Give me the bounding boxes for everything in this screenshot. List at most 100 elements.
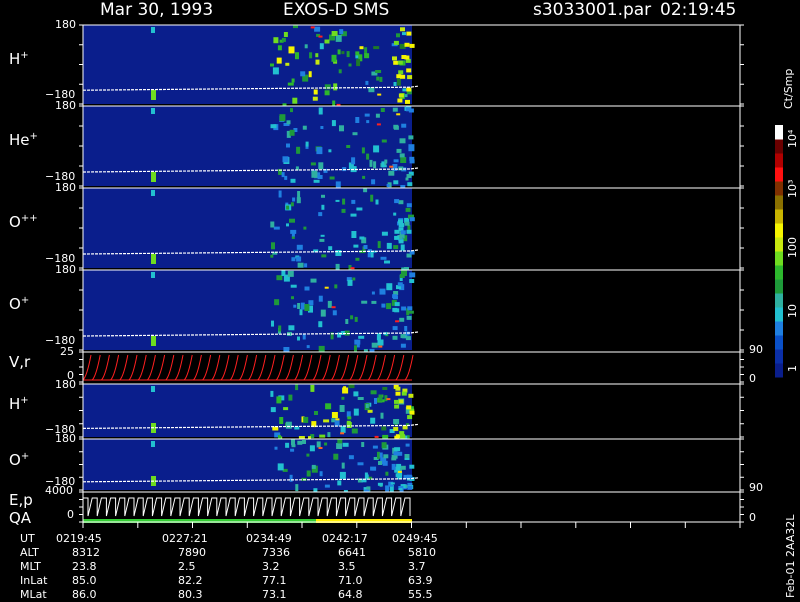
spectrogram-speck <box>350 267 355 270</box>
spectrogram-speck <box>318 35 323 38</box>
spectrogram-cell <box>371 291 375 295</box>
spectrogram-cell <box>394 229 400 234</box>
spectrogram-cell <box>295 384 299 391</box>
spectrogram-speck <box>378 345 383 348</box>
spectrogram-cell <box>409 217 415 222</box>
spectrogram-speck <box>386 398 391 401</box>
spectrogram-cell <box>302 440 306 444</box>
spectrogram-cell <box>409 272 416 278</box>
spectrogram-cell <box>354 316 358 322</box>
spectrogram-cell <box>393 426 399 431</box>
spectrogram-cell <box>393 245 399 250</box>
orbit-value: 23.8 <box>72 560 97 573</box>
spectrogram-cell <box>399 317 405 322</box>
spectrogram-cell <box>356 343 360 348</box>
spectrogram-cell <box>395 386 401 391</box>
spectrogram-cell <box>361 300 368 304</box>
spectrogram-cell <box>321 194 325 198</box>
spectrogram-cell <box>382 460 388 466</box>
spectrogram-cell <box>353 391 359 397</box>
spectrogram-cell <box>355 257 360 261</box>
spectrogram-cell <box>400 465 406 470</box>
spectrogram-cell <box>288 325 295 331</box>
plot-time: 02:19:45 <box>660 0 737 20</box>
colorbar-band <box>775 265 783 280</box>
spectrogram-cell <box>331 31 338 36</box>
spectrogram-cell <box>363 245 368 249</box>
spectrogram-cell <box>340 425 346 433</box>
spectrogram-cell <box>286 143 290 148</box>
spectrogram-cell <box>287 82 294 86</box>
spectrogram-cell <box>405 443 410 447</box>
colorbar-tick-10000: 10⁴ <box>786 129 799 148</box>
panel-7-ymax: 180 <box>55 432 76 445</box>
spectrogram-cell <box>270 407 276 413</box>
spectrogram-cell <box>342 387 349 394</box>
spectrogram-cell <box>270 221 275 228</box>
spectrogram-cell <box>151 90 156 100</box>
spectrogram-cell <box>285 62 290 66</box>
spectrogram-cell <box>359 46 364 50</box>
spectrogram-cell <box>367 253 371 258</box>
spectrogram-cell <box>337 480 342 486</box>
spectrogram-cell <box>408 135 414 140</box>
spectrogram-cell <box>393 125 399 130</box>
spectrogram-cell <box>367 409 373 413</box>
panel-label-ep: E,p <box>9 491 33 509</box>
spectrogram-cell <box>279 114 286 122</box>
spectrogram-cell <box>332 310 337 316</box>
spectrogram-cell <box>346 51 350 58</box>
colorbar-band <box>775 125 783 140</box>
spectrogram-cell <box>354 345 357 353</box>
spectrogram-cell <box>400 230 406 235</box>
spectrogram-cell <box>404 221 410 226</box>
colorbar-band <box>775 307 783 322</box>
spectrogram-cell <box>398 93 404 98</box>
spectrogram-cell <box>370 390 377 395</box>
spectrogram-cell <box>394 447 401 452</box>
spectrogram-cell <box>304 44 308 49</box>
spectrogram-speck <box>390 482 395 485</box>
spectrogram-cell <box>366 120 370 124</box>
spectrogram-cell <box>293 25 298 29</box>
spectrogram-cell <box>373 145 380 153</box>
orbit-value: 71.0 <box>338 574 363 587</box>
orbit-value: 3.7 <box>408 560 426 573</box>
spectrogram-cell <box>351 199 356 204</box>
panel-8-right-min: 0 <box>749 511 756 524</box>
spectrogram-cell <box>408 144 415 152</box>
spectrogram-cell <box>278 325 282 332</box>
spectrogram-cell <box>297 262 304 268</box>
spectrogram-cell <box>371 179 376 185</box>
spectrogram-cell <box>348 63 352 67</box>
colorbar-band <box>775 167 783 182</box>
spectrogram-cell <box>271 242 275 250</box>
spectrogram-cell <box>281 270 286 276</box>
spectrogram-cell <box>151 172 156 182</box>
spectrogram-cell <box>377 339 384 346</box>
spectrogram-cell <box>399 138 406 144</box>
spectrogram-cell <box>291 444 296 448</box>
spectrogram-cell <box>290 284 297 288</box>
spectrogram-cell <box>391 457 397 461</box>
spectrogram-cell <box>342 198 346 205</box>
spectrogram-cell <box>400 27 405 32</box>
spectrogram-cell <box>270 63 274 67</box>
spectrogram-cell <box>352 132 358 136</box>
panel-3-data-area <box>83 188 412 268</box>
colorbar-band <box>775 335 783 350</box>
spectrogram-cell <box>276 396 282 404</box>
spectrogram-cell <box>290 229 297 234</box>
spectrogram-cell <box>351 428 358 434</box>
spectrogram-cell <box>296 146 301 154</box>
spectrogram-cell <box>277 45 282 51</box>
spectrogram-cell <box>279 417 284 424</box>
spectrogram-cell <box>291 296 294 300</box>
spectrogram-cell <box>310 278 317 283</box>
spectrogram-cell <box>392 56 397 61</box>
spectrogram-cell <box>311 464 316 469</box>
spectrogram-cell <box>398 219 403 224</box>
spectrogram-cell <box>306 345 310 349</box>
spectrogram-speck <box>310 26 315 29</box>
spectrogram-cell <box>396 78 401 86</box>
